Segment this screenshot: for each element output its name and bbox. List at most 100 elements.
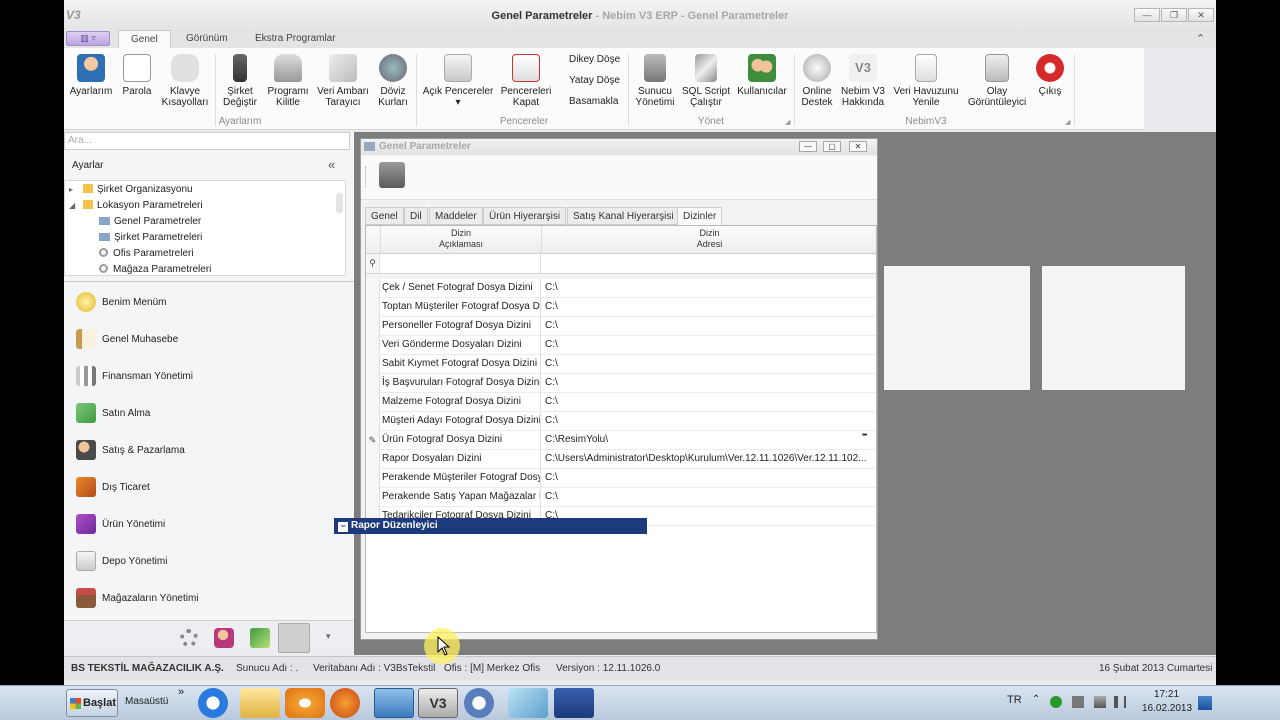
ayarlarim-button[interactable]: Ayarlarım — [66, 52, 116, 116]
yonet-launcher-icon[interactable]: ◢ — [785, 118, 790, 126]
cell-path[interactable]: C:\ — [543, 336, 876, 355]
tab-satis-kanal-hiyerarsisi[interactable]: Satış Kanal Hiyerarşisi — [567, 207, 680, 225]
filter-row[interactable]: ⚲ — [366, 254, 876, 274]
file-explorer-icon[interactable] — [240, 688, 280, 718]
network-app-icon[interactable] — [554, 688, 594, 718]
internet-explorer-icon[interactable] — [198, 688, 228, 718]
table-row[interactable]: Müşteri Adayı Fotograf Dosya Dizini C:\ — [366, 412, 876, 431]
col-header-path[interactable]: Dizin Adresi — [542, 226, 876, 254]
nav-satis-pazarlama[interactable]: Satış & Pazarlama — [64, 432, 354, 469]
desktop-toolbar[interactable]: Masaüstü — [125, 696, 168, 707]
doviz-kurlari-button[interactable]: Döviz Kurları — [372, 52, 414, 116]
table-row[interactable]: İş Başvuruları Fotograf Dosya Dizini C:\ — [366, 374, 876, 393]
close-button[interactable]: ✕ — [1188, 8, 1214, 22]
ribbon-collapse-icon[interactable]: ⌃ — [1196, 32, 1205, 45]
nebim-v3-taskbar-icon[interactable]: V3 — [418, 688, 458, 718]
filter-cell-path[interactable] — [543, 254, 876, 273]
tray-device-icon[interactable] — [1072, 696, 1084, 708]
cell-path[interactable]: C:\ — [543, 393, 876, 412]
restore-button[interactable]: ❐ — [1161, 8, 1187, 22]
expand-icon[interactable]: ▸ — [69, 182, 79, 198]
start-button[interactable]: Başlat — [66, 689, 118, 717]
cell-description[interactable]: Malzeme Fotograf Dosya Dizini — [381, 393, 541, 412]
table-row[interactable]: ✎ Ürün Fotograf Dosya Dizini C:\ResimYolu\… — [366, 431, 876, 450]
tab-dizinler[interactable]: Dizinler — [677, 207, 723, 225]
tab-maddeler[interactable]: Maddeler — [429, 207, 483, 225]
basamakla-button[interactable]: Basamakla — [569, 96, 618, 107]
cell-description[interactable]: Perakende Satış Yapan Mağazalar Fotograf — [381, 488, 541, 507]
sirket-degistir-button[interactable]: Şirket Değiştir — [216, 52, 264, 116]
finance-shortcut-icon[interactable] — [250, 628, 270, 648]
cell-description[interactable]: Müşteri Adayı Fotograf Dosya Dizini — [381, 412, 541, 431]
cell-path[interactable]: C:\Users\Administrator\Desktop\Kurulum\V… — [543, 450, 876, 469]
clock-time[interactable]: 17:21 — [1154, 689, 1179, 700]
media-player-icon[interactable] — [285, 688, 325, 718]
kullanicilar-button[interactable]: Kullanıcılar — [736, 52, 788, 116]
rapor-duzenleyici-bar[interactable]: − Rapor Düzenleyici — [334, 518, 647, 534]
table-row[interactable]: Malzeme Fotograf Dosya Dizini C:\ — [366, 393, 876, 412]
app-menu-button[interactable]: ▥ ▿ — [66, 31, 110, 46]
sunucu-yonetimi-button[interactable]: Sunucu Yönetimi — [632, 52, 678, 116]
nav-benim-menum[interactable]: Benim Menüm — [64, 284, 354, 321]
cell-description[interactable]: Sabit Kıymet Fotograf Dosya Dizini — [381, 355, 541, 374]
olay-goruntuleyici-button[interactable]: Olay Görüntüleyici — [966, 52, 1028, 116]
app-window-icon[interactable] — [374, 688, 414, 718]
table-row[interactable]: Veri Gönderme Dosyaları Dizini C:\ — [366, 336, 876, 355]
tab-ekstra-programlar[interactable]: Ekstra Programlar — [243, 30, 348, 48]
nav-finansman-yonetimi[interactable]: Finansman Yönetimi — [64, 358, 354, 395]
minimize-button[interactable]: — — [1134, 8, 1160, 22]
language-indicator[interactable]: TR — [1007, 694, 1022, 706]
tree-scrollbar[interactable] — [336, 193, 343, 213]
cikis-button[interactable]: Çıkış — [1030, 52, 1070, 116]
network-icon[interactable] — [1094, 696, 1106, 708]
clock-date[interactable]: 16.02.2013 — [1142, 703, 1192, 714]
child-minimize-button[interactable]: — — [799, 141, 817, 152]
cell-path[interactable]: C:\ — [543, 355, 876, 374]
tree-item-magaza-parametreleri[interactable]: Mağaza Parametreleri — [99, 262, 211, 278]
veri-ambari-tarayici-button[interactable]: Veri Ambarı Tarayıcı — [314, 52, 372, 116]
collapse-icon[interactable]: − — [338, 522, 348, 532]
tab-genel-params[interactable]: Genel — [365, 207, 404, 225]
tree-item-lokasyon-parametreleri[interactable]: ◢ Lokasyon Parametreleri — [69, 198, 203, 214]
cell-description[interactable]: Personeller Fotograf Dosya Dizini — [381, 317, 541, 336]
nav-urun-yonetimi[interactable]: Ürün Yönetimi — [64, 506, 354, 543]
more-shortcuts-icon[interactable]: ▾ — [326, 631, 331, 642]
acik-pencereler-button[interactable]: Açık Pencereler ▾ — [420, 52, 496, 116]
child-close-button[interactable]: ✕ — [849, 141, 867, 152]
cell-description[interactable]: İş Başvuruları Fotograf Dosya Dizini — [381, 374, 541, 393]
nav-genel-muhasebe[interactable]: Genel Muhasebe — [64, 321, 354, 358]
table-row[interactable]: Sabit Kıymet Fotograf Dosya Dizini C:\ — [366, 355, 876, 374]
table-row[interactable]: Personeller Fotograf Dosya Dizini C:\ — [366, 317, 876, 336]
nebim-hakkinda-button[interactable]: V3 Nebim V3 Hakkında — [840, 52, 886, 116]
tray-shield-icon[interactable] — [1050, 696, 1062, 708]
cell-description[interactable]: Ürün Fotograf Dosya Dizini — [381, 431, 541, 450]
sql-script-calistir-button[interactable]: SQL Script Çalıştır — [680, 52, 732, 116]
save-icon[interactable] — [379, 162, 405, 188]
tab-urun-hiyerarsisi[interactable]: Ürün Hiyerarşisi — [483, 207, 567, 225]
cell-path[interactable]: C:\ — [543, 317, 876, 336]
table-row[interactable]: Toptan Müşteriler Fotograf Dosya Dizini C… — [366, 298, 876, 317]
table-row[interactable]: Rapor Dosyaları Dizini C:\Users\Administr… — [366, 450, 876, 469]
cell-description[interactable]: Toptan Müşteriler Fotograf Dosya Dizini — [381, 298, 541, 317]
veri-havuzunu-yenile-button[interactable]: Veri Havuzunu Yenile — [890, 52, 962, 116]
speedometer-icon[interactable] — [464, 688, 494, 718]
cell-path[interactable]: C:\ — [543, 412, 876, 431]
table-row[interactable]: Çek / Senet Fotograf Dosya Dizini C:\ — [366, 279, 876, 298]
cell-path[interactable]: C:\ — [543, 488, 876, 507]
dikey-dose-button[interactable]: Dikey Döşe — [569, 54, 620, 65]
cell-description[interactable]: Çek / Senet Fotograf Dosya Dizini — [381, 279, 541, 298]
sidebar-search-input[interactable]: Ara... — [64, 132, 350, 150]
cell-path[interactable]: C:\ResimYolu\ — [543, 431, 876, 450]
remote-icon[interactable] — [508, 688, 548, 718]
programi-kilitle-button[interactable]: Programı Kilitle — [264, 52, 312, 116]
tree-item-sirket-organizasyonu[interactable]: ▸ Şirket Organizasyonu — [69, 182, 193, 198]
collapse-icon[interactable]: ◢ — [69, 198, 79, 214]
nav-dis-ticaret[interactable]: Dış Ticaret — [64, 469, 354, 506]
child-maximize-button[interactable]: ▢ — [823, 141, 841, 152]
table-row[interactable]: Perakende Müşteriler Fotograf Dosya Dizi… — [366, 469, 876, 488]
tab-gorunum[interactable]: Görünüm — [174, 30, 240, 48]
sidebar-collapse-icon[interactable]: « — [328, 157, 335, 172]
nebim-launcher-icon[interactable]: ◢ — [1065, 118, 1070, 126]
filter-cell-description[interactable] — [381, 254, 541, 273]
tree-item-genel-parametreler[interactable]: Genel Parametreler — [99, 214, 201, 230]
